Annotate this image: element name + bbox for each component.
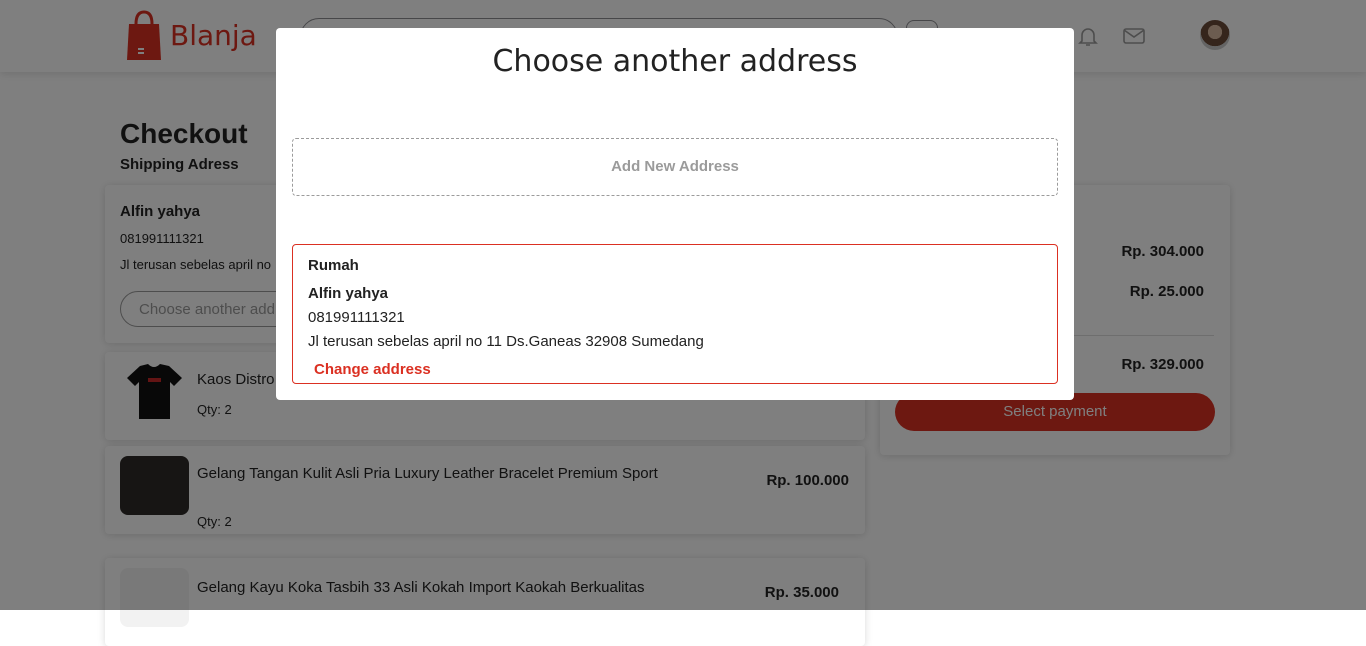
address-full-line: Jl terusan sebelas april no 11 Ds.Ganeas… <box>308 333 704 350</box>
address-recipient-phone: 081991111321 <box>308 309 405 326</box>
choose-address-modal: Choose another address Add New Address R… <box>276 28 1074 400</box>
add-new-address-button[interactable]: Add New Address <box>292 138 1058 196</box>
modal-title: Choose another address <box>492 44 858 79</box>
address-option-selected[interactable]: Rumah Alfin yahya 081991111321 Jl terusa… <box>292 244 1058 384</box>
address-recipient-name: Alfin yahya <box>308 285 389 302</box>
address-label: Rumah <box>308 257 359 274</box>
change-address-link[interactable]: Change address <box>314 361 431 378</box>
